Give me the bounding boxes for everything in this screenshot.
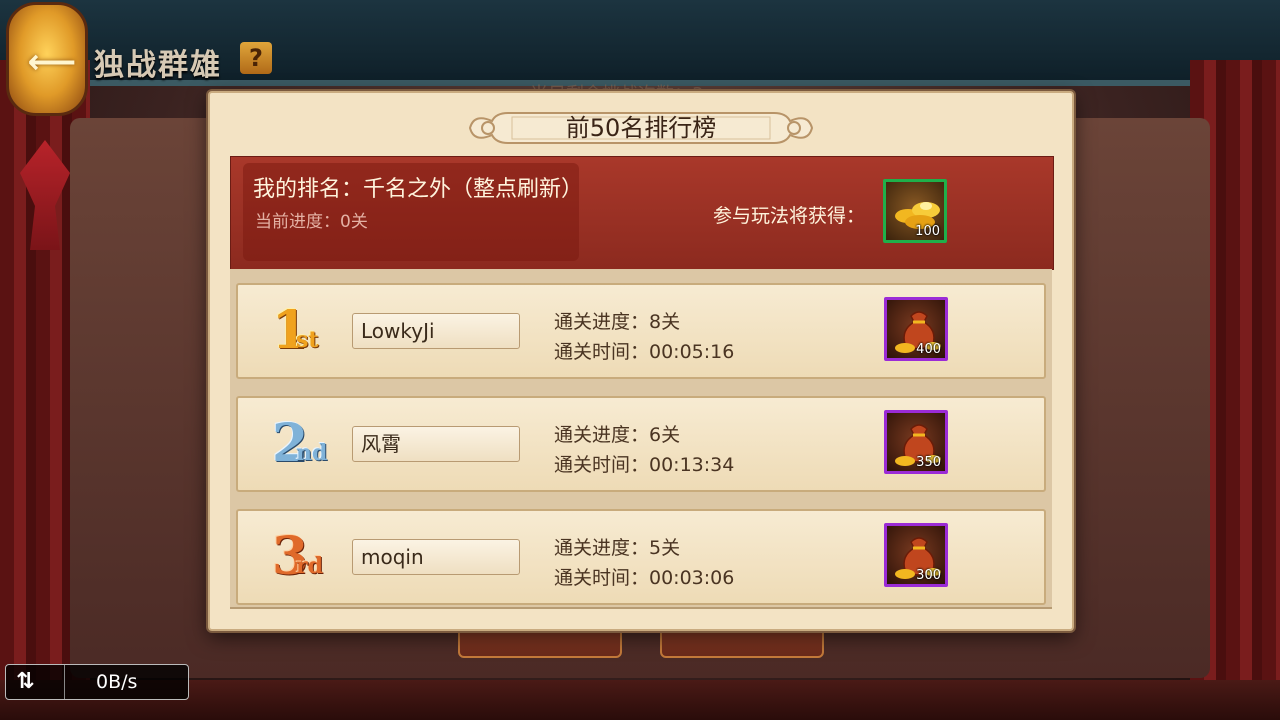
mode-title: 独战群雄 — [94, 48, 222, 83]
rank-badge-1st: 1 st — [272, 303, 332, 363]
clear-progress: 通关进度：8关 — [554, 311, 681, 333]
title-plate: 前50名排行榜 — [468, 99, 814, 157]
reward-count: 300 — [916, 568, 941, 583]
divider — [64, 665, 65, 699]
back-arrow-icon: ⟵ — [27, 42, 77, 82]
rank-reward-item[interactable]: 350 — [884, 410, 948, 474]
rank-suffix: nd — [296, 440, 328, 466]
clear-time: 通关时间：00:03:06 — [554, 567, 735, 589]
clear-progress: 通关进度：5关 — [554, 537, 681, 559]
rank-badge-3rd: 3 rd — [272, 529, 332, 589]
leaderboard-list[interactable]: 1 st LowkyJi 通关进度：8关 通关时间：00:05:16 400 2… — [230, 269, 1052, 607]
reward-count: 350 — [916, 455, 941, 470]
rank-suffix: st — [296, 327, 319, 353]
my-rank-panel: 我的排名：千名之外（整点刷新） 当前进度：0关 参与玩法将获得： 100 — [230, 156, 1054, 270]
my-rank-text: 我的排名：千名之外（整点刷新） — [253, 177, 584, 202]
network-speed-value: 0B/s — [96, 671, 138, 693]
player-name[interactable]: LowkyJi — [352, 313, 520, 349]
leaderboard-dialog: 前50名排行榜 我的排名：千名之外（整点刷新） 当前进度：0关 参与玩法将获得：… — [208, 91, 1074, 631]
help-button[interactable]: ? — [240, 42, 272, 74]
rank-suffix: rd — [296, 553, 323, 579]
participation-reward-item[interactable]: 100 — [883, 179, 947, 243]
leaderboard-row-1: 1 st LowkyJi 通关进度：8关 通关时间：00:05:16 400 — [236, 283, 1046, 379]
leaderboard-row-2: 2 nd 风霄 通关进度：6关 通关时间：00:13:34 350 — [236, 396, 1046, 492]
transfer-arrows-icon: ⇅ — [16, 669, 35, 694]
clear-time: 通关时间：00:13:34 — [554, 454, 735, 476]
player-name[interactable]: 风霄 — [352, 426, 520, 462]
current-progress-text: 当前进度：0关 — [255, 212, 368, 232]
player-name[interactable]: moqin — [352, 539, 520, 575]
list-bottom-divider — [230, 607, 1052, 609]
participation-reward-label: 参与玩法将获得： — [713, 205, 866, 227]
dialog-title: 前50名排行榜 — [565, 114, 717, 142]
back-button[interactable]: ⟵ — [6, 2, 88, 116]
reward-count: 100 — [915, 224, 940, 239]
rank-reward-item[interactable]: 400 — [884, 297, 948, 361]
leaderboard-row-3: 3 rd moqin 通关进度：5关 通关时间：00:03:06 300 — [236, 509, 1046, 605]
network-speed-indicator: ⇅ 0B/s — [5, 664, 189, 700]
rank-badge-2nd: 2 nd — [272, 416, 332, 476]
clear-progress: 通关进度：6关 — [554, 424, 681, 446]
reward-count: 400 — [916, 342, 941, 357]
clear-time: 通关时间：00:05:16 — [554, 341, 735, 363]
rank-reward-item[interactable]: 300 — [884, 523, 948, 587]
stage-floor — [0, 680, 1280, 720]
